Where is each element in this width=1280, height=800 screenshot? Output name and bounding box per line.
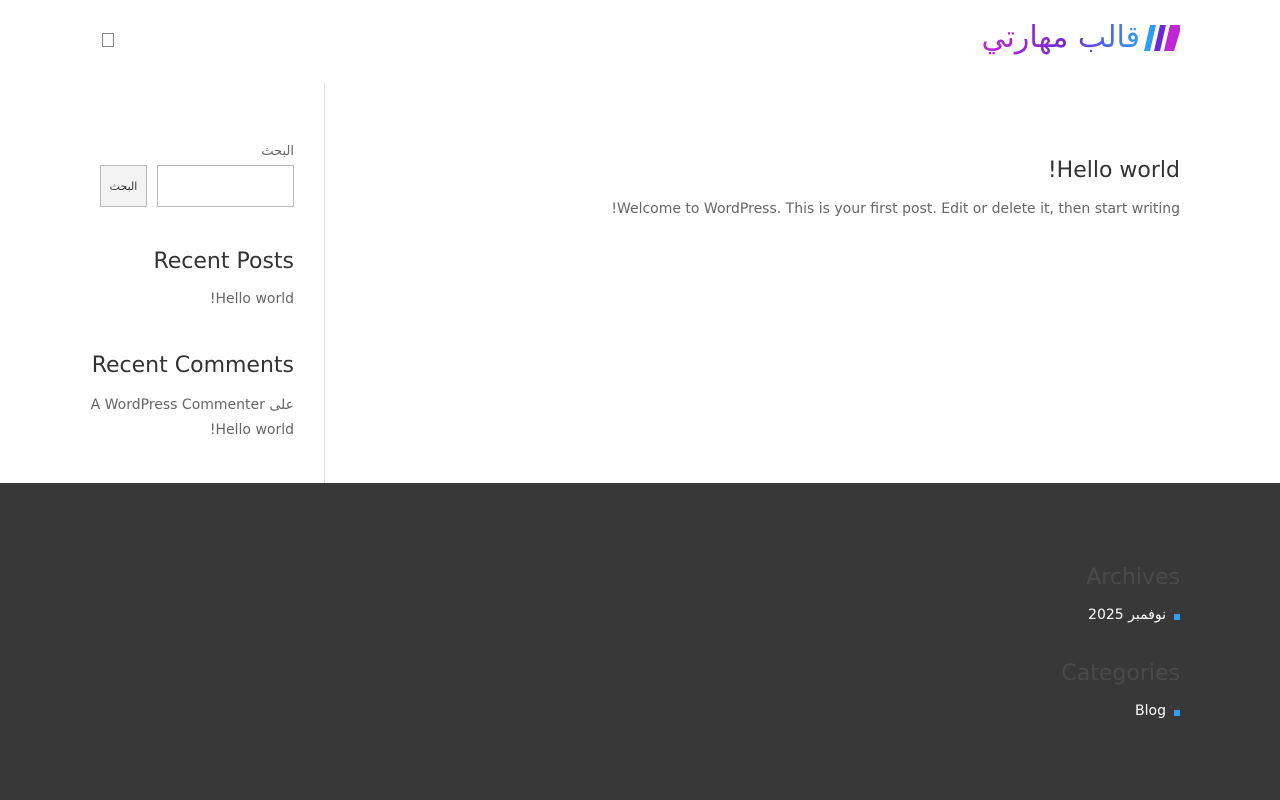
hamburger-menu-icon[interactable]	[102, 33, 114, 47]
search-input[interactable]	[157, 165, 294, 207]
archive-item-label: نوفمبر 2025	[1088, 607, 1166, 623]
site-logo[interactable]: قالب مهارتي	[972, 14, 1180, 62]
sidebar-divider	[324, 82, 325, 483]
search-button[interactable]: البحث	[100, 165, 147, 207]
category-item[interactable]: Blog	[1135, 703, 1180, 719]
logo-text: قالب مهارتي	[982, 14, 1141, 62]
main-content: !Hello world !Welcome to WordPress. This…	[325, 82, 1280, 483]
post-excerpt: !Welcome to WordPress. This is your firs…	[611, 201, 1180, 217]
recent-comment-post-link[interactable]: !Hello world	[210, 422, 294, 438]
logo-mark-icon	[1144, 25, 1180, 51]
site-footer: Archives نوفمبر 2025 Categories Blog	[0, 483, 1280, 800]
site-header: قالب مهارتي	[0, 0, 1280, 82]
sidebar: البحث البحث Recent Posts !Hello world Re…	[91, 82, 294, 483]
search-label: البحث	[261, 144, 294, 159]
bullet-icon	[1174, 710, 1180, 716]
archives-title: Archives	[1086, 565, 1180, 590]
recent-posts-title: Recent Posts	[153, 249, 294, 274]
categories-title: Categories	[1061, 661, 1180, 686]
recent-comments-title: Recent Comments	[91, 353, 294, 378]
post-title-link[interactable]: !Hello world	[1048, 158, 1180, 183]
recent-comment-author-link[interactable]: A WordPress Commenter على	[91, 397, 294, 413]
archive-item[interactable]: نوفمبر 2025	[1088, 607, 1180, 623]
recent-post-link[interactable]: !Hello world	[210, 291, 294, 307]
bullet-icon	[1174, 614, 1180, 620]
category-item-label: Blog	[1135, 703, 1166, 719]
